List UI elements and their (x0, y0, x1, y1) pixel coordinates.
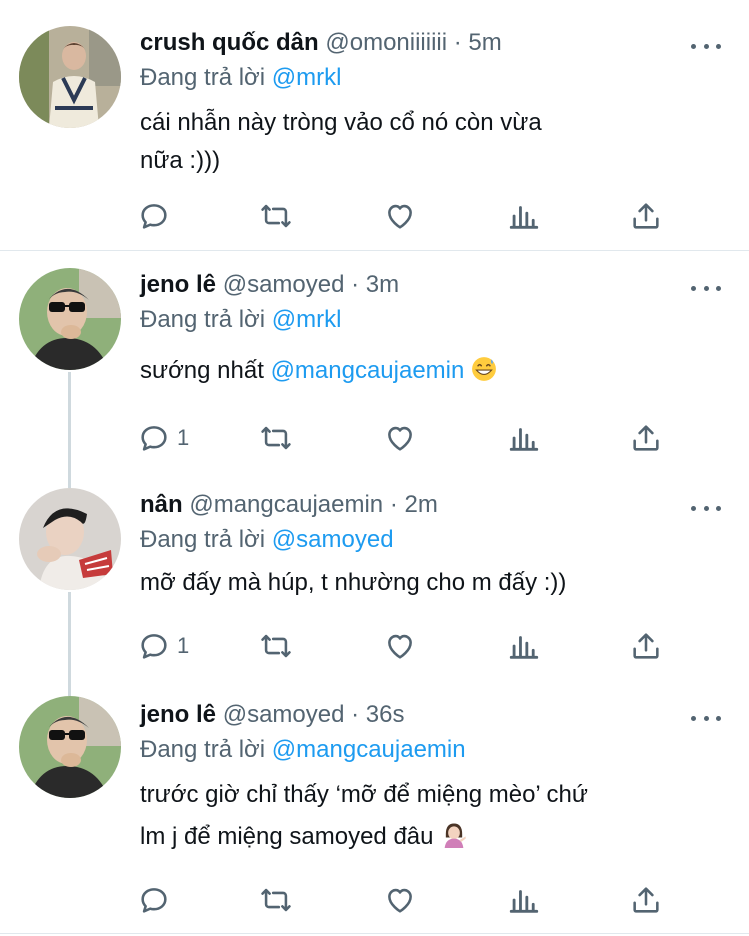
tweet-text: cái nhẫn này tròng vảo cổ nó còn vừa nữa… (140, 104, 719, 180)
author-handle[interactable]: @samoyed (223, 701, 345, 728)
person-tipping-hand-emoji-icon (444, 823, 466, 848)
analytics-icon (509, 428, 539, 451)
tweet-text: sướng nhất @mangcaujaemin (140, 352, 719, 390)
grinning-sweat-emoji-icon (472, 357, 496, 381)
tweet-text: trước giờ chỉ thấy ‘mỡ để miệng mèo’ chứ… (140, 774, 719, 858)
author-name[interactable]: crush quốc dân (140, 29, 319, 56)
retweet-button[interactable] (259, 882, 293, 918)
share-icon (633, 633, 659, 659)
reply-mention[interactable]: @mrkl (272, 306, 342, 333)
tweet[interactable]: nân @mangcaujaemin · 2m Đang trả lời @sa… (0, 470, 749, 680)
replying-to: Đang trả lời @mangcaujaemin (140, 734, 719, 766)
analytics-icon (509, 636, 539, 659)
tweet-text-line: cái nhẫn này tròng vảo cổ nó còn vừa (140, 109, 542, 136)
retweet-button[interactable] (259, 420, 293, 456)
share-icon (633, 425, 659, 451)
analytics-icon (509, 206, 539, 229)
share-button[interactable] (629, 420, 663, 456)
retweet-icon (261, 204, 291, 228)
retweet-icon (261, 888, 291, 912)
like-button[interactable] (383, 628, 417, 664)
share-icon (633, 887, 659, 913)
author-name[interactable]: jeno lê (140, 271, 216, 298)
reply-button[interactable]: 1 (137, 420, 189, 456)
retweet-icon (261, 426, 291, 450)
share-button[interactable] (629, 882, 663, 918)
reply-icon (141, 204, 167, 229)
timestamp[interactable]: · 3m (351, 271, 399, 298)
avatar[interactable] (19, 488, 121, 590)
tweet-text-line: nữa :))) (140, 147, 221, 174)
analytics-button[interactable] (507, 628, 541, 664)
retweet-button[interactable] (259, 198, 293, 234)
heart-icon (388, 888, 412, 913)
reply-icon (141, 888, 167, 913)
tweet[interactable]: crush quốc dân @omoniiiiiii · 5m Đang tr… (0, 0, 749, 250)
tweet-text-line: trước giờ chỉ thấy ‘mỡ để miệng mèo’ chứ (140, 781, 588, 808)
reply-mention[interactable]: @mangcaujaemin (272, 736, 466, 763)
heart-icon (388, 634, 412, 659)
reply-count: 1 (177, 425, 190, 450)
reply-icon (141, 426, 167, 451)
heart-icon (388, 426, 412, 451)
like-button[interactable] (383, 882, 417, 918)
avatar[interactable] (19, 696, 121, 798)
reply-button[interactable] (137, 198, 171, 234)
divider (0, 933, 749, 934)
author-handle[interactable]: @omoniiiiiii (325, 29, 447, 56)
author-name[interactable]: nân (140, 491, 183, 518)
timestamp[interactable]: · 36s (351, 701, 404, 728)
share-icon (633, 203, 659, 229)
more-options-icon[interactable] (691, 278, 721, 298)
tweet-text-line: lm j để miệng samoyed đâu (140, 823, 434, 850)
tweet-text-line: mỡ đấy mà húp, t nhường cho m đấy :)) (140, 569, 567, 596)
tweet[interactable]: jeno lê @samoyed · 36s Đang trả lời @man… (0, 680, 749, 936)
author-handle[interactable]: @samoyed (223, 271, 345, 298)
replying-to: Đang trả lời @samoyed (140, 524, 719, 556)
reply-button[interactable]: 1 (137, 628, 189, 664)
retweet-button[interactable] (259, 628, 293, 664)
analytics-button[interactable] (507, 882, 541, 918)
avatar[interactable] (19, 268, 121, 370)
analytics-button[interactable] (507, 420, 541, 456)
retweet-icon (261, 634, 291, 658)
tweet-text: mỡ đấy mà húp, t nhường cho m đấy :)) (140, 564, 719, 602)
heart-icon (388, 204, 412, 229)
author-name[interactable]: jeno lê (140, 701, 216, 728)
analytics-button[interactable] (507, 198, 541, 234)
share-button[interactable] (629, 198, 663, 234)
avatar[interactable] (19, 26, 121, 128)
tweet[interactable]: jeno lê @samoyed · 3m Đang trả lời @mrkl… (0, 250, 749, 470)
reply-mention[interactable]: @samoyed (272, 526, 394, 553)
more-options-icon[interactable] (691, 708, 721, 728)
more-options-icon[interactable] (691, 498, 721, 518)
replying-to: Đang trả lời @mrkl (140, 304, 719, 336)
analytics-icon (509, 890, 539, 913)
reply-button[interactable] (137, 882, 171, 918)
share-button[interactable] (629, 628, 663, 664)
reply-mention[interactable]: @mrkl (272, 64, 342, 91)
reply-prefix: Đang trả lời (140, 736, 266, 763)
replying-to: Đang trả lời @mrkl (140, 62, 719, 94)
reply-count: 1 (177, 633, 190, 658)
timestamp[interactable]: · 2m (390, 491, 438, 518)
reply-icon (141, 634, 167, 659)
text-mention[interactable]: @mangcaujaemin (271, 357, 465, 384)
timestamp[interactable]: · 5m (454, 29, 502, 56)
more-options-icon[interactable] (691, 36, 721, 56)
reply-prefix: Đang trả lời (140, 306, 266, 333)
reply-prefix: Đang trả lời (140, 64, 266, 91)
like-button[interactable] (383, 198, 417, 234)
tweet-text-line: sướng nhất (140, 357, 264, 384)
like-button[interactable] (383, 420, 417, 456)
author-handle[interactable]: @mangcaujaemin (189, 491, 383, 518)
reply-prefix: Đang trả lời (140, 526, 266, 553)
